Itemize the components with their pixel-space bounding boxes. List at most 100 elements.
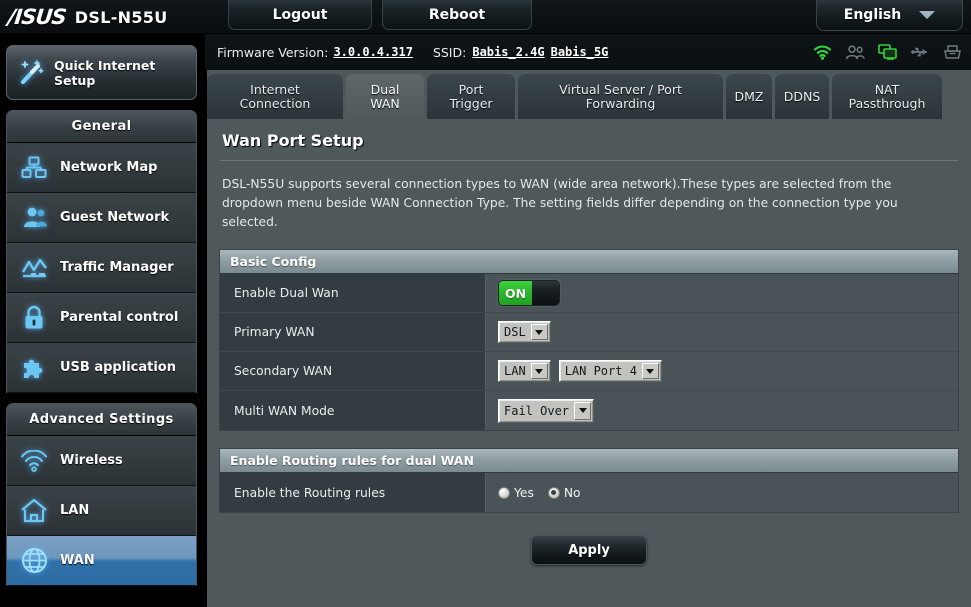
firmware-version-label: Firmware Version: xyxy=(217,44,329,60)
sidebar-item-label: USB application xyxy=(60,360,176,375)
primary-wan-value: DSL xyxy=(486,313,958,351)
routing-rules-no-option[interactable]: No xyxy=(547,485,581,500)
content-area: Wan Port Setup DSL-N55U supports several… xyxy=(207,70,971,607)
row-secondary-wan: Secondary WAN LAN LAN Port 4 xyxy=(220,352,958,391)
chevron-down-icon[interactable] xyxy=(530,363,548,379)
top-header-bar: /ISUS DSL-N55U Logout Reboot English xyxy=(0,0,971,34)
magic-wand-icon xyxy=(17,58,46,88)
sidebar-item-label: Quick Internet Setup xyxy=(53,57,156,88)
wifi-icon[interactable] xyxy=(813,44,832,60)
network-map-icon xyxy=(19,153,49,183)
firmware-version-value[interactable]: 3.0.0.4.317 xyxy=(333,45,412,59)
guest-network-icon[interactable] xyxy=(845,44,865,60)
ssid-24g-value[interactable]: Babis_2.4G xyxy=(472,45,544,59)
puzzle-icon xyxy=(19,353,49,383)
primary-wan-label: Primary WAN xyxy=(220,313,486,351)
tab-dual-wan[interactable]: Dual WAN xyxy=(346,74,424,119)
radio-no-icon[interactable] xyxy=(547,486,560,499)
sidebar-item-label: LAN xyxy=(60,503,90,518)
secondary-wan-select[interactable]: LAN xyxy=(498,360,551,382)
sidebar-item-guest-network[interactable]: Guest Network xyxy=(7,193,196,243)
basic-config-header: Basic Config xyxy=(220,250,958,274)
usb-icon[interactable] xyxy=(911,45,931,59)
tab-port-trigger[interactable]: Port Trigger xyxy=(427,74,515,119)
enable-routing-rules-value: Yes No xyxy=(486,473,958,512)
radio-yes-icon[interactable] xyxy=(498,486,510,499)
network-clients-icon[interactable] xyxy=(878,44,898,60)
multi-wan-mode-select[interactable]: Fail Over xyxy=(498,398,595,423)
sidebar-item-label: Wireless xyxy=(60,453,123,468)
sidebar-item-wan[interactable]: WAN xyxy=(7,536,196,586)
routing-rules-section: Enable Routing rules for dual WAN Enable… xyxy=(219,448,959,513)
sidebar-item-network-map[interactable]: Network Map xyxy=(7,143,196,193)
traffic-manager-icon xyxy=(19,253,49,283)
row-enable-dual-wan: Enable Dual Wan ON xyxy=(220,274,958,313)
row-multi-wan-mode: Multi WAN Mode Fail Over xyxy=(220,391,958,430)
routing-rules-radio-group: Yes No xyxy=(498,486,581,500)
chevron-down-icon[interactable] xyxy=(641,363,659,379)
multi-wan-mode-selected-value: Fail Over xyxy=(504,403,570,418)
firmware-info-bar: Firmware Version: 3.0.0.4.317 SSID: Babi… xyxy=(205,34,971,70)
chevron-down-icon[interactable] xyxy=(530,324,548,340)
enable-dual-wan-value: ON xyxy=(486,274,958,312)
secondary-wan-port-selected-value: LAN Port 4 xyxy=(564,364,637,378)
page-description: DSL-N55U supports several connection typ… xyxy=(222,177,898,229)
secondary-wan-port-select[interactable]: LAN Port 4 xyxy=(558,360,662,382)
ssid-5g-value[interactable]: Babis_5G xyxy=(551,45,609,59)
sidebar-item-label: Network Map xyxy=(60,160,158,175)
routing-rules-header: Enable Routing rules for dual WAN xyxy=(220,449,958,473)
row-primary-wan: Primary WAN DSL xyxy=(220,313,958,352)
tab-dmz[interactable]: DMZ xyxy=(726,74,772,119)
sidebar-item-usb-application[interactable]: USB application xyxy=(7,343,196,393)
globe-icon xyxy=(19,546,49,576)
page-title: Wan Port Setup xyxy=(222,131,364,150)
primary-wan-selected-value: DSL xyxy=(504,325,526,339)
sidebar-item-label: Parental control xyxy=(60,310,179,325)
chevron-down-icon[interactable] xyxy=(574,401,592,420)
sidebar-item-traffic-manager[interactable]: Traffic Manager xyxy=(7,243,196,293)
enable-dual-wan-label: Enable Dual Wan xyxy=(220,274,486,312)
secondary-wan-selected-value: LAN xyxy=(504,364,526,378)
printer-icon[interactable] xyxy=(944,44,961,60)
apply-button[interactable]: Apply xyxy=(531,535,647,565)
tab-bar: Internet Connection Dual WAN Port Trigge… xyxy=(207,72,942,119)
tab-virtual-server-port-forwarding[interactable]: Virtual Server / Port Forwarding xyxy=(518,74,723,119)
radio-no-label: No xyxy=(563,485,581,500)
language-selector[interactable]: English xyxy=(816,0,963,31)
tab-internet-connection[interactable]: Internet Connection xyxy=(207,74,343,119)
sidebar-item-label: WAN xyxy=(60,553,95,568)
sidebar-item-label: Guest Network xyxy=(60,210,170,225)
title-divider xyxy=(220,160,958,161)
home-icon xyxy=(19,496,49,526)
sidebar-group-general: General Network Map Guest Network Traffi… xyxy=(6,110,197,393)
sidebar-nav: Quick Internet Setup General Network Map xyxy=(0,34,205,607)
dual-wan-panel: Wan Port Setup DSL-N55U supports several… xyxy=(207,117,971,607)
sidebar-item-parental-control[interactable]: Parental control xyxy=(7,293,196,343)
chevron-down-icon xyxy=(919,11,936,19)
toggle-on-label: ON xyxy=(499,281,532,305)
guest-network-icon xyxy=(19,203,49,233)
asus-logo: /ISUS xyxy=(6,5,68,29)
tab-ddns[interactable]: DDNS xyxy=(775,74,829,119)
primary-wan-select[interactable]: DSL xyxy=(498,321,551,343)
sidebar-item-lan[interactable]: LAN xyxy=(7,486,196,536)
wireless-icon xyxy=(19,446,49,476)
logout-button[interactable]: Logout xyxy=(228,0,372,30)
secondary-wan-value: LAN LAN Port 4 xyxy=(486,352,958,390)
routing-rules-yes-option[interactable]: Yes xyxy=(498,486,534,500)
sidebar-item-quick-internet-setup[interactable]: Quick Internet Setup xyxy=(6,45,197,100)
router-model-label: DSL-N55U xyxy=(74,7,168,27)
ssid-label: SSID: xyxy=(432,44,467,60)
brand-block: /ISUS DSL-N55U xyxy=(6,2,168,32)
apply-button-row: Apply xyxy=(219,535,959,565)
enable-dual-wan-toggle[interactable]: ON xyxy=(498,280,560,306)
sidebar-item-wireless[interactable]: Wireless xyxy=(7,436,196,486)
basic-config-section: Basic Config Enable Dual Wan ON Primary … xyxy=(219,249,959,431)
tab-nat-passthrough[interactable]: NAT Passthrough xyxy=(832,74,942,119)
status-icon-group xyxy=(813,34,961,70)
reboot-button[interactable]: Reboot xyxy=(382,0,532,30)
row-enable-routing-rules: Enable the Routing rules Yes No xyxy=(220,473,958,512)
sidebar-group-advanced-settings: Advanced Settings Wireless LAN WAN xyxy=(6,403,197,586)
secondary-wan-label: Secondary WAN xyxy=(220,352,486,390)
multi-wan-mode-value: Fail Over xyxy=(486,391,958,430)
